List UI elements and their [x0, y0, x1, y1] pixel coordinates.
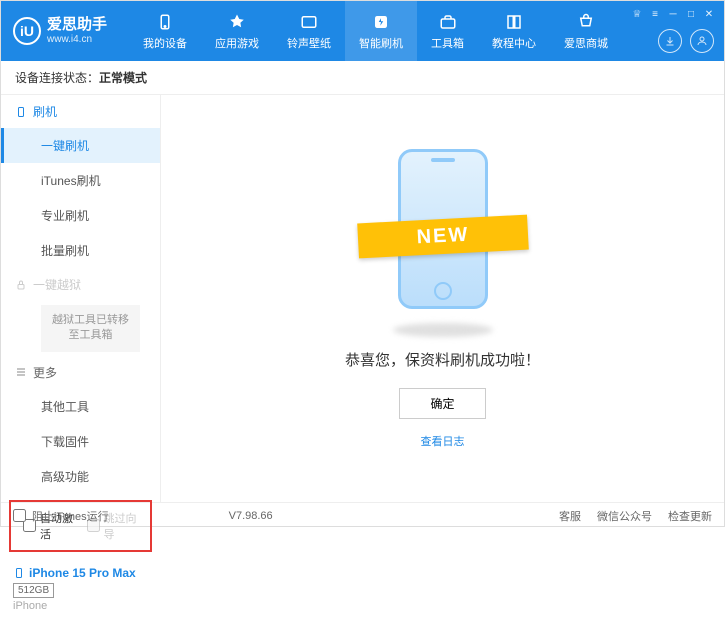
user-button[interactable] — [690, 29, 714, 53]
nav-ringtones[interactable]: 铃声壁纸 — [273, 1, 345, 61]
minimize-icon[interactable]: ─ — [666, 7, 680, 21]
sidebar-section-jailbreak: 一键越狱 — [1, 268, 160, 301]
device-icon — [13, 567, 25, 579]
nav-flash[interactable]: 智能刷机 — [345, 1, 417, 61]
phone-icon — [155, 12, 175, 32]
jailbreak-note: 越狱工具已转移至工具箱 — [41, 305, 140, 352]
menu-icon[interactable]: ≡ — [648, 7, 662, 21]
nav-my-device[interactable]: 我的设备 — [129, 1, 201, 61]
sidebar-item-oneclick-flash[interactable]: 一键刷机 — [1, 128, 160, 163]
phone-illustration: NEW — [378, 149, 508, 329]
gift-icon[interactable]: ♕ — [630, 7, 644, 21]
maximize-icon[interactable]: □ — [684, 7, 698, 21]
status-value: 正常模式 — [99, 69, 147, 86]
phone-small-icon — [15, 106, 27, 118]
footer-link-update[interactable]: 检查更新 — [668, 508, 712, 524]
header: iU 爱思助手 www.i4.cn 我的设备 应用游戏 铃声壁纸 智能刷机 工具… — [1, 1, 724, 61]
lock-icon — [15, 279, 27, 291]
sidebar: 刷机 一键刷机 iTunes刷机 专业刷机 批量刷机 一键越狱 越狱工具已转移至… — [1, 95, 161, 502]
status-label: 设备连接状态： — [15, 69, 99, 86]
new-banner: NEW — [357, 214, 529, 258]
device-info: iPhone 15 Pro Max 512GB iPhone — [1, 558, 160, 620]
main-content: NEW 恭喜您，保资料刷机成功啦！ 确定 查看日志 — [161, 95, 724, 502]
sidebar-item-download-firmware[interactable]: 下载固件 — [1, 424, 160, 459]
list-icon — [15, 366, 27, 378]
status-bar: 设备连接状态： 正常模式 — [1, 61, 724, 95]
footer-link-support[interactable]: 客服 — [559, 508, 581, 524]
logo-icon: iU — [13, 17, 41, 45]
sidebar-item-batch-flash[interactable]: 批量刷机 — [1, 233, 160, 268]
sidebar-item-itunes-flash[interactable]: iTunes刷机 — [1, 163, 160, 198]
sidebar-item-advanced[interactable]: 高级功能 — [1, 459, 160, 494]
window-controls: ♕ ≡ ─ □ ✕ — [630, 7, 716, 21]
footer-link-wechat[interactable]: 微信公众号 — [597, 508, 652, 524]
view-log-link[interactable]: 查看日志 — [421, 433, 465, 449]
nav-store[interactable]: 爱思商城 — [550, 1, 622, 61]
close-icon[interactable]: ✕ — [702, 7, 716, 21]
top-nav: 我的设备 应用游戏 铃声壁纸 智能刷机 工具箱 教程中心 爱思商城 — [129, 1, 622, 61]
device-type: iPhone — [13, 600, 148, 612]
apps-icon — [227, 12, 247, 32]
logo: iU 爱思助手 www.i4.cn — [1, 17, 119, 45]
image-icon — [299, 12, 319, 32]
device-storage: 512GB — [13, 583, 54, 598]
sidebar-item-pro-flash[interactable]: 专业刷机 — [1, 198, 160, 233]
sidebar-section-flash[interactable]: 刷机 — [1, 95, 160, 128]
app-url: www.i4.cn — [47, 34, 107, 45]
app-title: 爱思助手 — [47, 17, 107, 34]
success-message: 恭喜您，保资料刷机成功啦！ — [345, 349, 540, 370]
download-button[interactable] — [658, 29, 682, 53]
sidebar-item-other-tools[interactable]: 其他工具 — [1, 389, 160, 424]
toolbox-icon — [438, 12, 458, 32]
block-itunes-checkbox[interactable]: 阻止iTunes运行 — [13, 508, 109, 524]
ok-button[interactable]: 确定 — [399, 388, 485, 419]
nav-apps[interactable]: 应用游戏 — [201, 1, 273, 61]
nav-tutorials[interactable]: 教程中心 — [478, 1, 550, 61]
flash-icon — [371, 12, 391, 32]
book-icon — [504, 12, 524, 32]
cart-icon — [576, 12, 596, 32]
version-label: V7.98.66 — [229, 510, 273, 522]
sidebar-section-more[interactable]: 更多 — [1, 356, 160, 389]
nav-toolbox[interactable]: 工具箱 — [417, 1, 478, 61]
device-name[interactable]: iPhone 15 Pro Max — [13, 566, 148, 580]
